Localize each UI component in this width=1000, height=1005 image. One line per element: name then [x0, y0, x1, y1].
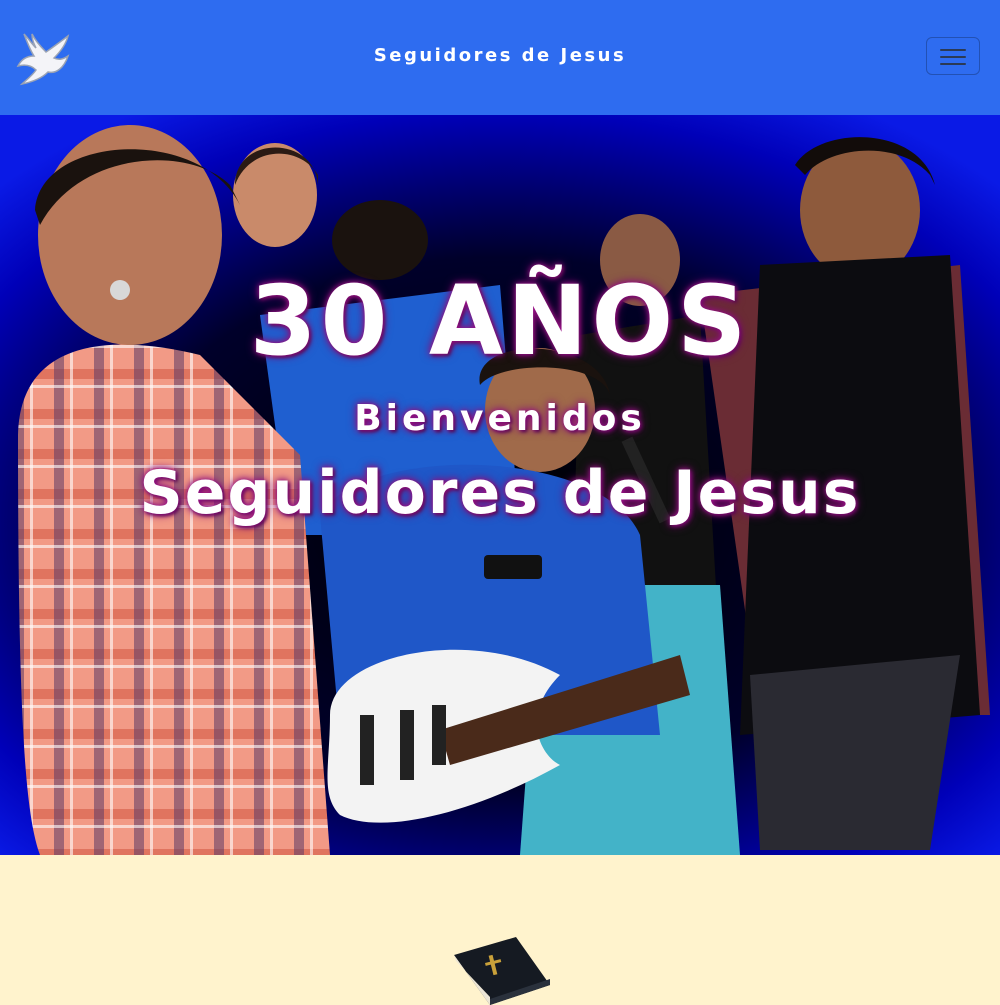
hero-subtitle: Bienvenidos — [354, 398, 646, 439]
hamburger-menu-button[interactable] — [926, 37, 980, 75]
hamburger-menu-icon — [940, 49, 966, 51]
brand-title[interactable]: Seguidores de Jesus — [0, 45, 1000, 66]
bible-icon — [454, 937, 550, 1005]
hero-title: Seguidores de Jesus — [139, 458, 861, 528]
hero-banner: 30 AÑOS Bienvenidos Seguidores de Jesus — [0, 115, 1000, 855]
hero-headline: 30 AÑOS — [249, 265, 751, 377]
navbar: Seguidores de Jesus — [0, 0, 1000, 115]
content-section — [0, 855, 1000, 1005]
